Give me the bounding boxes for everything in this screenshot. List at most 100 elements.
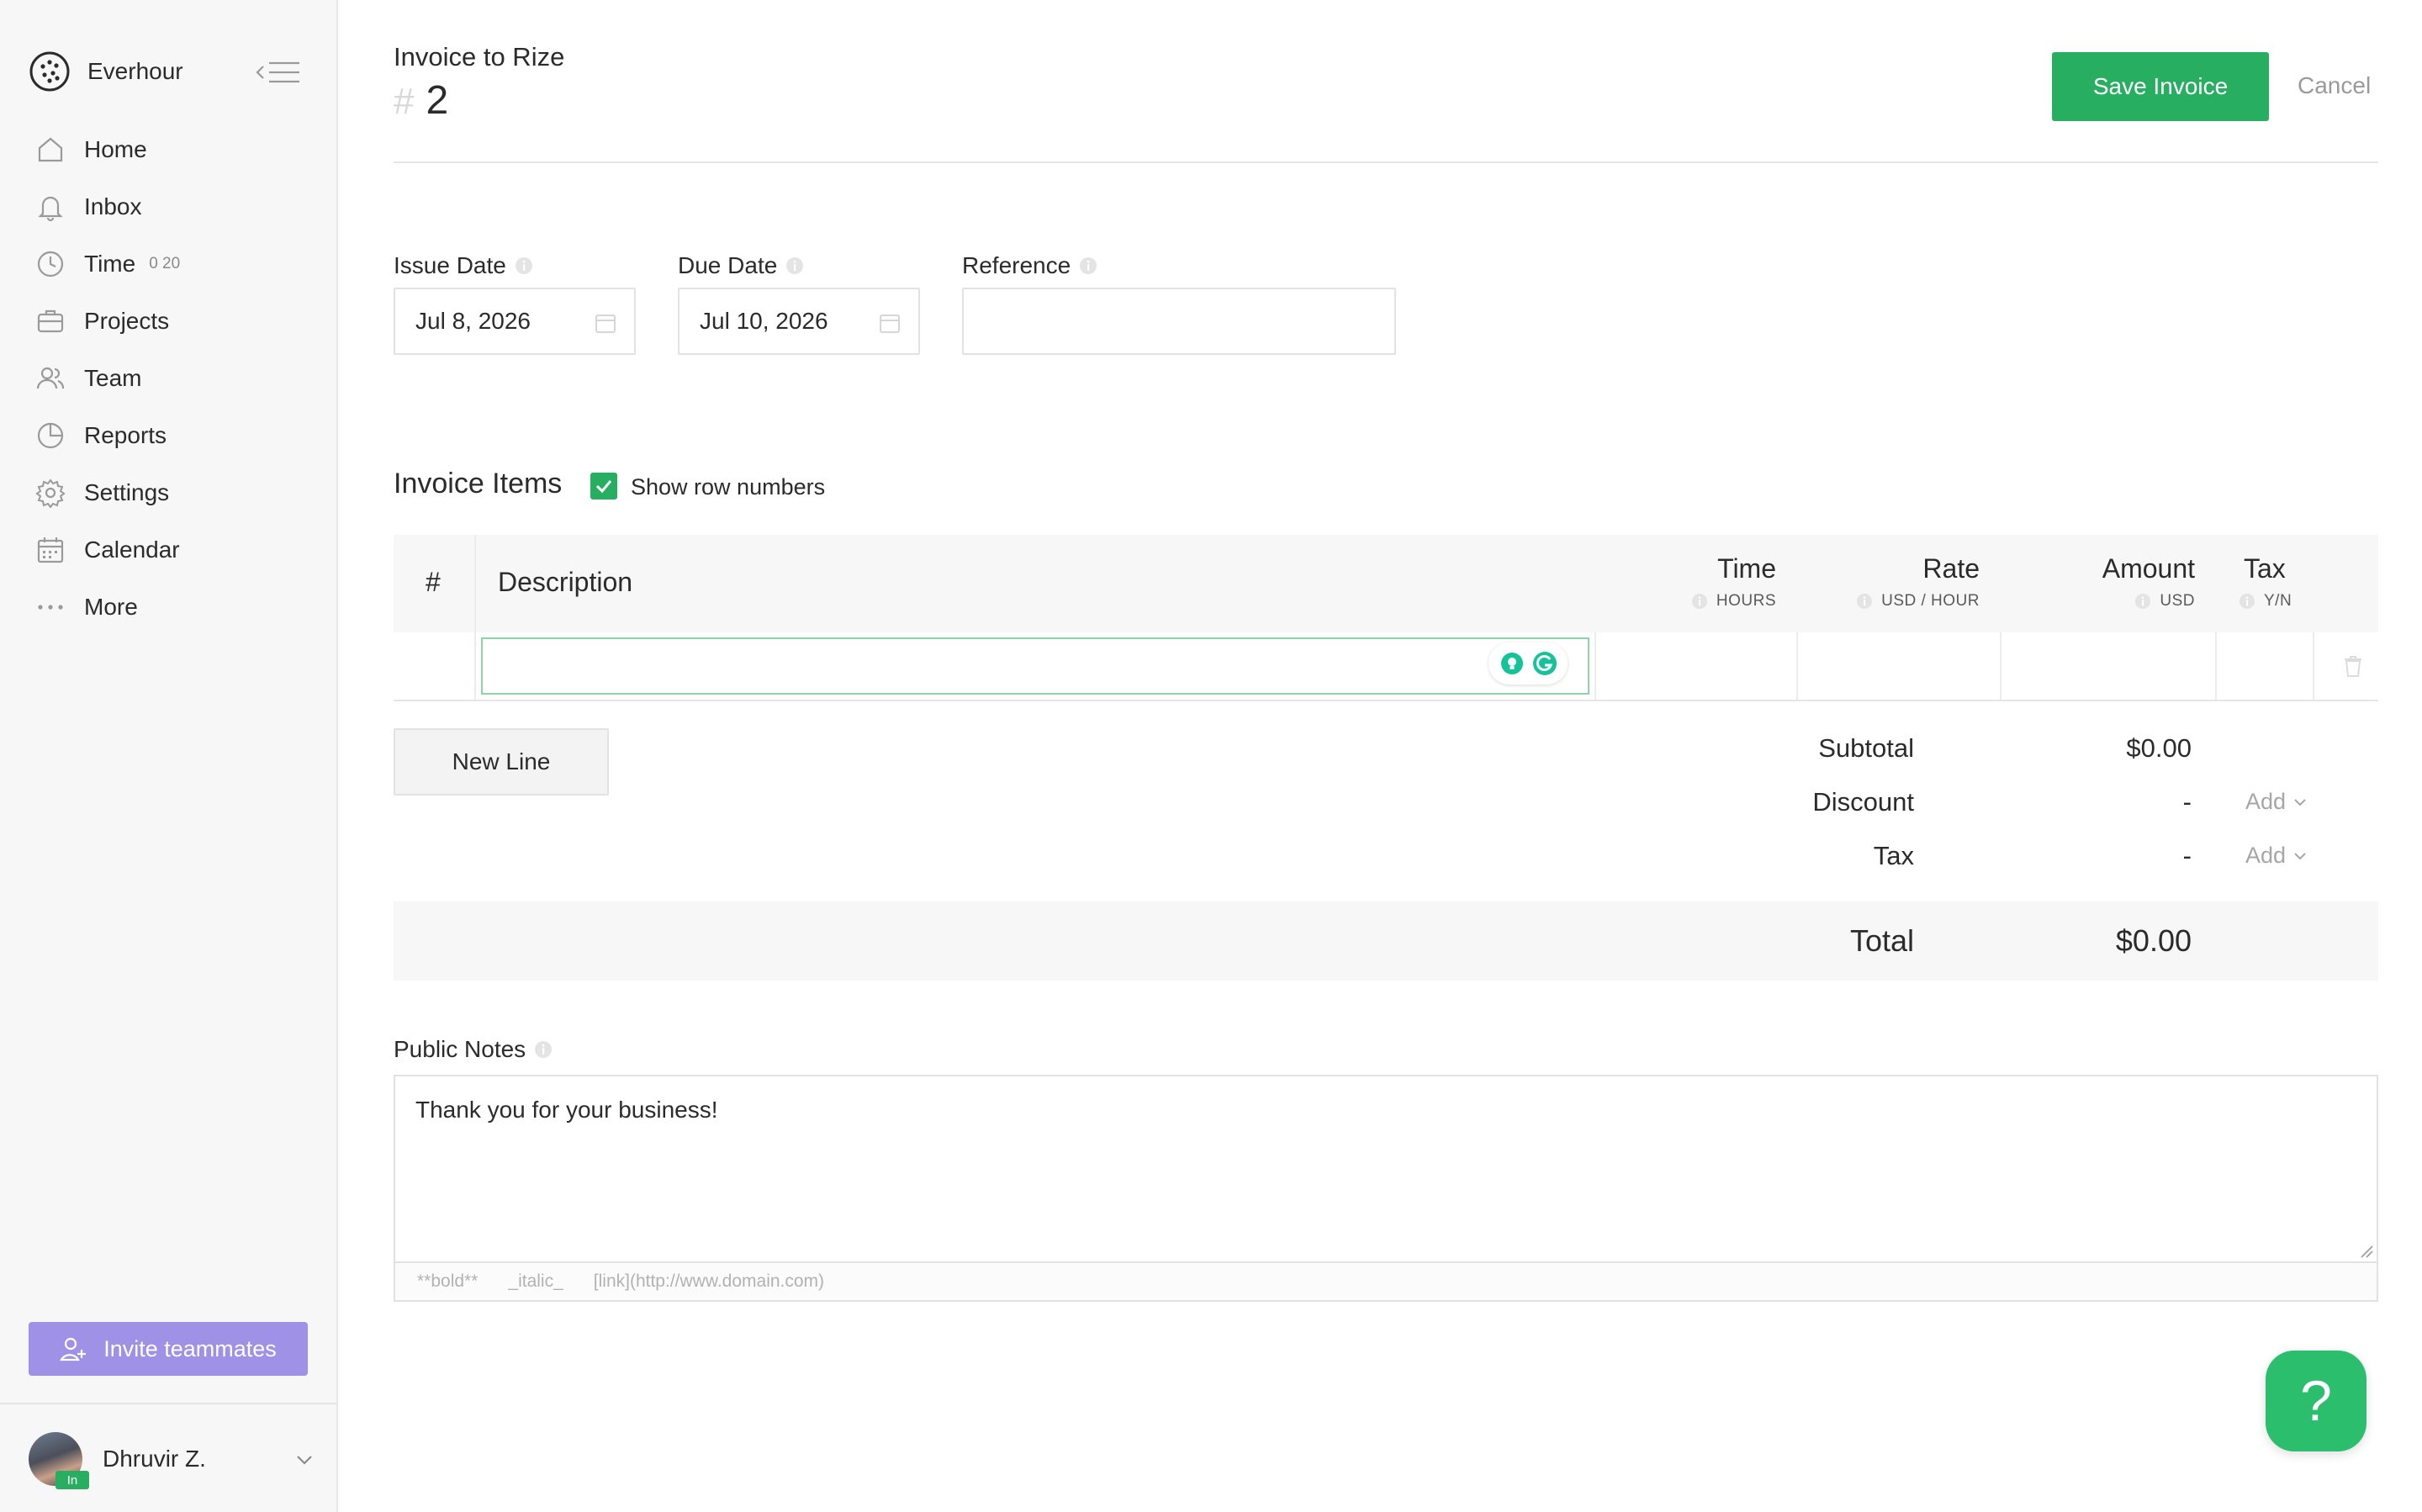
brand-name: Everhour	[87, 58, 183, 84]
due-date-label-text: Due Date	[678, 252, 778, 278]
col-rate-unit: USD / HOUR	[1856, 592, 1980, 611]
collapse-sidebar-icon[interactable]	[256, 59, 301, 86]
col-num: #	[426, 567, 441, 597]
lightbulb-icon[interactable]	[1499, 650, 1526, 677]
sidebar-item-label: Reports	[84, 422, 167, 448]
sidebar-item-inbox[interactable]: Inbox	[0, 178, 336, 235]
invoice-number-value[interactable]: 2	[426, 77, 448, 124]
total-value: $0.00	[2115, 923, 2192, 958]
due-date-field[interactable]: Jul 10, 2026	[678, 288, 920, 355]
sidebar-item-reports[interactable]: Reports	[0, 407, 336, 464]
description-input[interactable]	[481, 637, 1589, 695]
info-icon[interactable]	[534, 1040, 553, 1059]
issue-date-field[interactable]: Jul 8, 2026	[394, 288, 636, 355]
col-time: Time	[1717, 553, 1776, 584]
hash-symbol: #	[394, 81, 415, 122]
sidebar-divider	[0, 1403, 336, 1404]
issue-date-label-text: Issue Date	[394, 252, 506, 278]
public-notes-textarea[interactable]: Thank you for your business!	[394, 1075, 2378, 1263]
show-row-numbers-checkbox[interactable]	[590, 473, 617, 500]
add-discount-dropdown[interactable]: Add	[2245, 789, 2309, 815]
gear-icon	[35, 478, 66, 508]
add-tax-dropdown[interactable]: Add	[2245, 843, 2309, 869]
hint-italic: _italic_	[508, 1271, 563, 1291]
clock-icon	[35, 249, 66, 279]
resize-handle-icon[interactable]	[2358, 1243, 2373, 1258]
grammarly-widget[interactable]	[1489, 642, 1568, 685]
hint-link: [link](http://www.domain.com)	[593, 1271, 825, 1291]
sidebar-item-home[interactable]: Home	[0, 121, 336, 178]
column-separator	[474, 632, 476, 700]
col-description: Description	[498, 567, 633, 597]
table-row	[394, 632, 2378, 701]
help-button[interactable]: ?	[2266, 1351, 2366, 1451]
column-separator	[2000, 632, 2002, 700]
subtotal-label: Subtotal	[1818, 733, 1914, 763]
issue-date-label: Issue Date	[394, 252, 533, 279]
sidebar-item-label: Home	[84, 136, 147, 162]
info-icon[interactable]	[515, 256, 533, 275]
info-icon[interactable]	[1079, 256, 1097, 275]
invoice-editor: Invoice to Rize # 2 Save Invoice Cancel …	[394, 0, 2378, 1512]
sidebar-item-team[interactable]: Team	[0, 350, 336, 407]
column-separator	[2215, 632, 2217, 700]
everhour-logo-icon	[29, 50, 71, 93]
briefcase-icon	[35, 306, 66, 336]
reference-input[interactable]	[962, 288, 1396, 355]
col-tax: Tax	[2244, 553, 2286, 584]
total-label: Total	[1849, 923, 1914, 958]
sidebar-item-calendar[interactable]: Calendar	[0, 521, 336, 579]
chevron-down-icon	[2291, 793, 2309, 812]
show-row-numbers-label[interactable]: Show row numbers	[631, 474, 825, 500]
sidebar-item-label: Settings	[84, 479, 170, 505]
reference-label: Reference	[962, 252, 1097, 279]
col-tax-unit: Y/N	[2239, 592, 2292, 611]
sidebar-item-label: Inbox	[84, 193, 142, 219]
cancel-button[interactable]: Cancel	[2298, 72, 2371, 99]
sidebar-item-time[interactable]: Time 0 20	[0, 235, 336, 293]
sidebar-item-settings[interactable]: Settings	[0, 464, 336, 521]
calendar-icon[interactable]	[878, 311, 902, 335]
sidebar-item-label: More	[84, 594, 138, 620]
column-separator	[1796, 632, 1798, 700]
info-icon[interactable]	[1691, 593, 1708, 610]
checkmark-icon	[595, 480, 612, 494]
chevron-down-icon[interactable]	[294, 1450, 315, 1470]
brand[interactable]: Everhour	[29, 50, 183, 93]
tax-value: -	[2182, 841, 2192, 870]
subtotal-value: $0.00	[2126, 733, 2192, 763]
new-line-button[interactable]: New Line	[394, 728, 609, 796]
info-icon[interactable]	[785, 256, 804, 275]
invite-label: Invite teammates	[103, 1335, 277, 1361]
info-icon[interactable]	[1856, 593, 1873, 610]
calendar-icon[interactable]	[594, 311, 617, 335]
due-date-label: Due Date	[678, 252, 804, 279]
grammarly-icon[interactable]	[1531, 650, 1558, 677]
save-invoice-button[interactable]: Save Invoice	[2052, 52, 2269, 121]
sidebar-item-projects[interactable]: Projects	[0, 293, 336, 350]
info-icon[interactable]	[2134, 593, 2151, 610]
items-table-header: # Description Time HOURS Rate USD / HOUR…	[394, 535, 2378, 632]
sidebar-item-label: Time	[84, 251, 136, 277]
add-tax-label: Add	[2245, 843, 2287, 868]
trash-icon[interactable]	[2340, 653, 2366, 679]
due-date-value: Jul 10, 2026	[700, 308, 828, 334]
col-rate: Rate	[1922, 553, 1980, 584]
add-user-icon	[60, 1335, 87, 1362]
public-notes-label-text: Public Notes	[394, 1036, 526, 1062]
col-amount: Amount	[2102, 553, 2195, 584]
user-name: Dhruvir Z.	[103, 1446, 206, 1472]
tax-unit-text: Y/N	[2264, 592, 2292, 610]
avatar: In	[29, 1432, 89, 1489]
people-icon	[35, 363, 66, 394]
invite-teammates-button[interactable]: Invite teammates	[29, 1322, 308, 1376]
sidebar-item-more[interactable]: More	[0, 579, 336, 636]
invoice-number[interactable]: # 2	[394, 77, 448, 124]
more-dots-icon	[35, 592, 66, 622]
column-separator	[2313, 632, 2314, 700]
user-menu[interactable]: In Dhruvir Z.	[29, 1430, 315, 1489]
info-icon[interactable]	[2239, 593, 2255, 610]
discount-value: -	[2182, 787, 2192, 817]
public-notes-value: Thank you for your business!	[415, 1097, 718, 1123]
col-time-unit: HOURS	[1691, 592, 1776, 611]
